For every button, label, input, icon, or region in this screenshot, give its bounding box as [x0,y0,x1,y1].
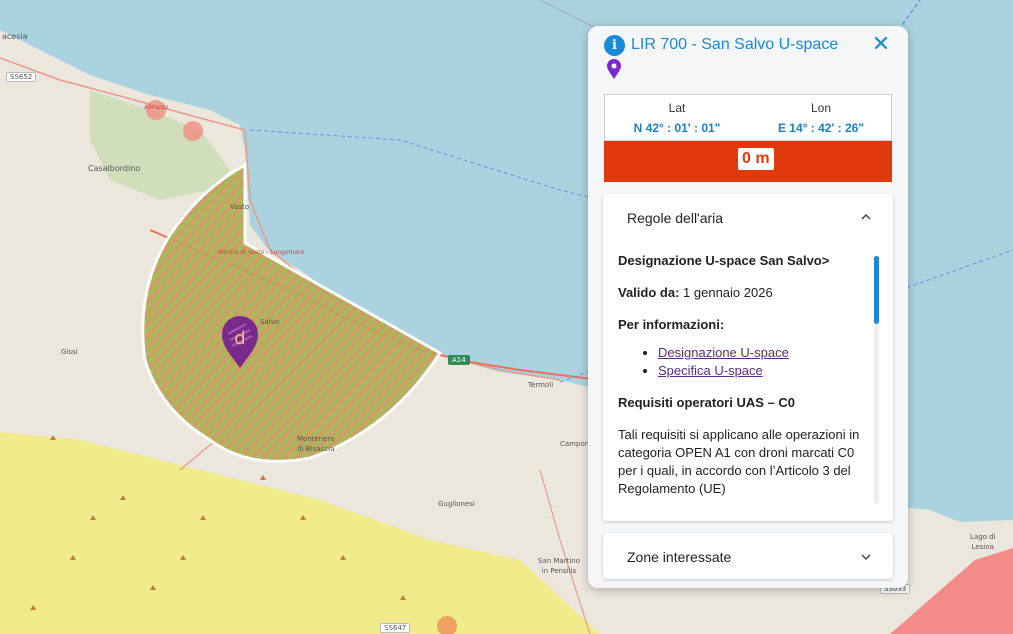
designation-link[interactable]: Designazione U-space [658,345,789,360]
coordinates-box: Lat N 42° : 01' : 01" Lon E 14° : 42' : … [604,94,892,141]
place-gissi: Gissi [61,348,78,356]
place-montenero: Montenero di Bisaccia [297,434,335,454]
location-pin-icon [607,59,621,79]
chevron-down-icon[interactable] [861,552,871,562]
zones-section-header[interactable]: Zone interessate [603,533,893,581]
list-item: Designazione U-space [658,344,873,362]
scrollbar-thumb[interactable] [874,256,879,324]
valid-label: Valido da: [618,285,680,300]
specification-link[interactable]: Specifica U-space [658,363,763,378]
panel-title: LIR 700 - San Salvo U-space [631,36,839,53]
place-montenero-line1: Montenero [297,435,335,443]
altitude-bar: 0 m [604,141,892,182]
longitude-column: Lon E 14° : 42' : 26" [749,95,893,135]
rules-content[interactable]: Designazione U-space San Salvo> Valido d… [618,252,873,510]
valid-value: 1 gennaio 2026 [683,285,773,300]
place-termoli: Termoli [528,381,554,389]
latitude-label: Lat [668,101,686,115]
road-shield-a14: A14 [448,355,470,365]
red-circle-2 [183,121,203,141]
place-lago-line1: Lago di [970,533,996,541]
place-vasto: Vasto [230,203,250,211]
longitude-value: E 14° : 42' : 26" [777,121,865,135]
designation-text: Designazione U-space San Salvo> [618,253,830,268]
place-sanmartino-line2: in Pensilis [541,567,577,575]
place-acesia: acesia [2,32,28,41]
rules-section-title: Regole dell'aria [627,210,724,226]
scrollbar[interactable] [874,256,879,504]
requirements-title: Requisiti operatori UAS – C0 [618,395,795,410]
altitude-value: 0 m [738,148,774,170]
zones-section-title: Zone interessate [627,549,732,565]
place-lago: Lago di Lesina [970,532,996,552]
chevron-up-icon[interactable] [861,212,871,222]
place-casalbordino: Casalbordino [88,164,141,173]
close-button[interactable]: ✕ [870,33,892,55]
place-abruzzo: Abruzzo [144,104,169,111]
rules-section: Regole dell'aria Designazione U-space Sa… [603,194,893,521]
road-shield-ss647: SS647 [380,623,411,633]
panel-header: i LIR 700 - San Salvo U-space ✕ [588,26,908,92]
svg-text:d: d [234,328,245,349]
place-lago-line2: Lesina [971,543,994,551]
road-shield-ss652: SS652 [6,72,37,82]
place-guglionesi: Guglionesi [438,500,475,508]
rules-section-header[interactable]: Regole dell'aria [603,194,893,242]
latitude-value: N 42° : 01' : 01" [633,121,721,135]
place-montenero-line2: di Bisaccia [297,445,335,453]
zone-info-panel: i LIR 700 - San Salvo U-space ✕ Lat N 42… [588,26,908,588]
longitude-label: Lon [810,101,832,115]
place-sanmartino-line1: San Martino [538,557,581,565]
requirements-text: Tali requisiti si applicano alle operazi… [618,427,860,496]
place-salvo: Salvo [260,318,280,326]
place-lungomare: Marina di Vasto - Lungomare [218,249,305,256]
info-icon: i [604,35,625,56]
yellow-zone [0,432,600,634]
info-links: Designazione U-space Specifica U-space [658,344,873,380]
list-item: Specifica U-space [658,362,873,380]
place-sanmartino: San Martino in Pensilis [538,556,580,576]
zones-section: Zone interessate [603,533,893,579]
info-label: Per informazioni: [618,317,725,332]
latitude-column: Lat N 42° : 01' : 01" [605,95,749,135]
